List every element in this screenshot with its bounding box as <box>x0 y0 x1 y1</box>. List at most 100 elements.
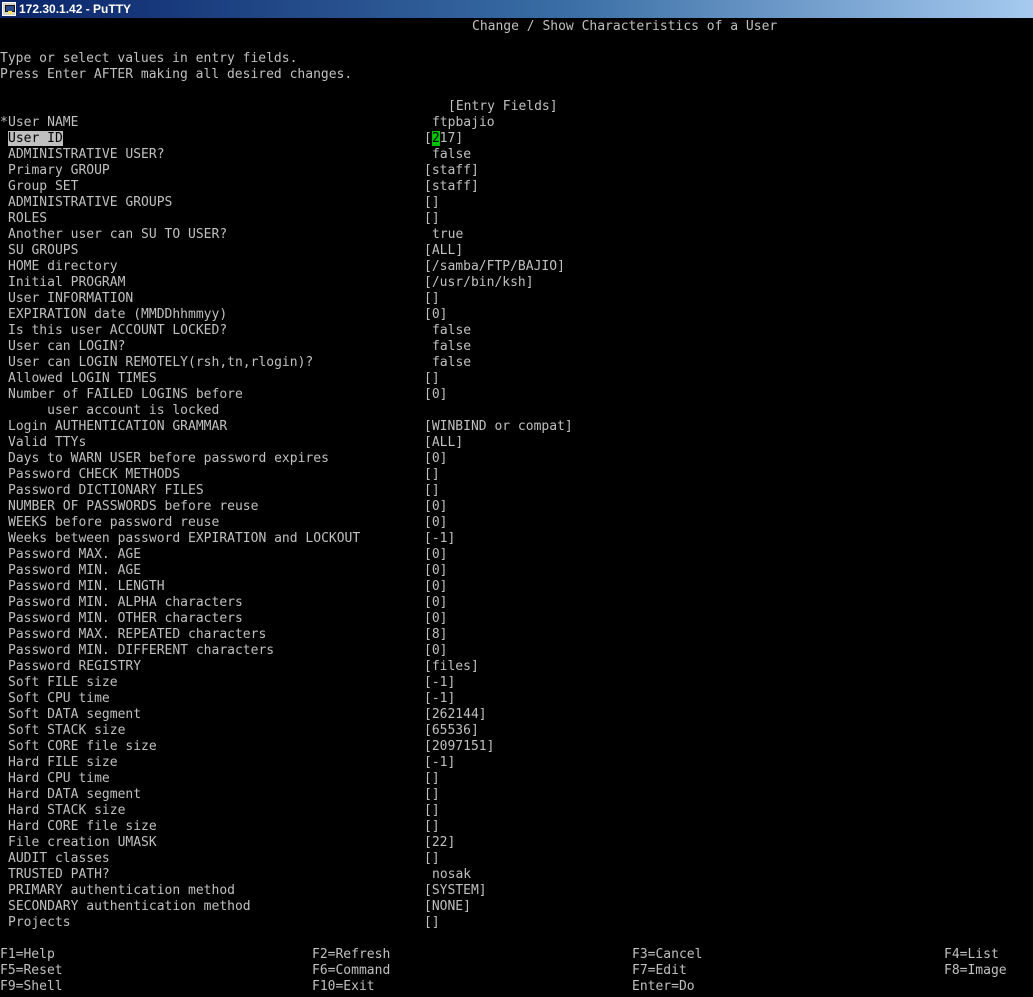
field-label-password-min-other-characters[interactable]: Password MIN. OTHER characters <box>8 611 243 627</box>
field-value-password-max-age[interactable]: [0] <box>424 547 447 563</box>
field-value-projects[interactable]: [] <box>424 915 440 931</box>
function-key-f3[interactable]: F3=Cancel <box>632 947 702 963</box>
function-key-f4[interactable]: F4=List <box>944 947 999 963</box>
field-label-user-name[interactable]: * User NAME <box>0 115 78 131</box>
function-key-f8[interactable]: F8=Image <box>944 963 1007 979</box>
field-value-user-id[interactable]: [217] <box>424 131 463 147</box>
field-value-password-min-age[interactable]: [0] <box>424 563 447 579</box>
field-label-soft-file-size[interactable]: Soft FILE size <box>8 675 118 691</box>
field-label-hard-stack-size[interactable]: Hard STACK size <box>8 803 125 819</box>
field-label-initial-program[interactable]: Initial PROGRAM <box>8 275 125 291</box>
field-value-number-of-passwords-before-reuse[interactable]: [0] <box>424 499 447 515</box>
field-label-file-creation-umask[interactable]: File creation UMASK <box>8 835 157 851</box>
field-label-is-this-user-account-locked[interactable]: Is this user ACCOUNT LOCKED? <box>8 323 227 339</box>
field-value-administrative-user[interactable]: false <box>432 147 471 163</box>
field-label-hard-cpu-time[interactable]: Hard CPU time <box>8 771 110 787</box>
field-value-home-directory[interactable]: [/samba/FTP/BAJIO] <box>424 259 565 275</box>
field-label-trusted-path[interactable]: TRUSTED PATH? <box>8 867 110 883</box>
field-value-primary-group[interactable]: [staff] <box>424 163 479 179</box>
field-value-user-name[interactable]: ftpbajio <box>432 115 495 131</box>
function-key-f5[interactable]: F5=Reset <box>0 963 63 979</box>
field-value-soft-cpu-time[interactable]: [-1] <box>424 691 455 707</box>
field-label-soft-stack-size[interactable]: Soft STACK size <box>8 723 125 739</box>
field-label-roles[interactable]: ROLES <box>8 211 47 227</box>
field-label-soft-cpu-time[interactable]: Soft CPU time <box>8 691 110 707</box>
field-value-weeks-before-password-reuse[interactable]: [0] <box>424 515 447 531</box>
field-value-file-creation-umask[interactable]: [22] <box>424 835 455 851</box>
field-value-soft-data-segment[interactable]: [262144] <box>424 707 487 723</box>
field-value-weeks-between-password-expiration-and-lockout[interactable]: [-1] <box>424 531 455 547</box>
field-label-password-min-length[interactable]: Password MIN. LENGTH <box>8 579 165 595</box>
field-value-user-can-login-remotely-rsh-tn-rlogin[interactable]: false <box>432 355 471 371</box>
field-label-home-directory[interactable]: HOME directory <box>8 259 118 275</box>
field-label-weeks-between-password-expiration-and-lockout[interactable]: Weeks between password EXPIRATION and LO… <box>8 531 360 547</box>
field-value-user-can-login[interactable]: false <box>432 339 471 355</box>
field-value-another-user-can-su-to-user[interactable]: true <box>432 227 463 243</box>
field-value-initial-program[interactable]: [/usr/bin/ksh] <box>424 275 534 291</box>
field-value-roles[interactable]: [] <box>424 211 440 227</box>
field-label-administrative-groups[interactable]: ADMINISTRATIVE GROUPS <box>8 195 172 211</box>
field-value-primary-authentication-method[interactable]: [SYSTEM] <box>424 883 487 899</box>
field-value-is-this-user-account-locked[interactable]: false <box>432 323 471 339</box>
field-value-hard-cpu-time[interactable]: [] <box>424 771 440 787</box>
field-label-hard-core-file-size[interactable]: Hard CORE file size <box>8 819 157 835</box>
field-label-password-dictionary-files[interactable]: Password DICTIONARY FILES <box>8 483 204 499</box>
field-label-su-groups[interactable]: SU GROUPS <box>8 243 78 259</box>
field-value-su-groups[interactable]: [ALL] <box>424 243 463 259</box>
field-label-weeks-before-password-reuse[interactable]: WEEKS before password reuse <box>8 515 219 531</box>
field-value-password-check-methods[interactable]: [] <box>424 467 440 483</box>
field-value-number-of-failed-logins-before[interactable]: [0] <box>424 387 447 403</box>
field-value-administrative-groups[interactable]: [] <box>424 195 440 211</box>
field-value-soft-core-file-size[interactable]: [2097151] <box>424 739 494 755</box>
field-value-expiration-date-mmddhhmmyy[interactable]: [0] <box>424 307 447 323</box>
field-label-administrative-user[interactable]: ADMINISTRATIVE USER? <box>8 147 165 163</box>
field-label-projects[interactable]: Projects <box>8 915 71 931</box>
field-label-hard-file-size[interactable]: Hard FILE size <box>8 755 118 771</box>
field-label-expiration-date-mmddhhmmyy[interactable]: EXPIRATION date (MMDDhhmmyy) <box>8 307 227 323</box>
field-value-password-dictionary-files[interactable]: [] <box>424 483 440 499</box>
field-label-password-min-different-characters[interactable]: Password MIN. DIFFERENT characters <box>8 643 274 659</box>
field-label-user-id[interactable]: User ID <box>8 131 63 147</box>
field-label-secondary-authentication-method[interactable]: SECONDARY authentication method <box>8 899 251 915</box>
function-key-f1[interactable]: F1=Help <box>0 947 55 963</box>
field-label-hard-data-segment[interactable]: Hard DATA segment <box>8 787 141 803</box>
field-label-user-information[interactable]: User INFORMATION <box>8 291 133 307</box>
field-value-valid-ttys[interactable]: [ALL] <box>424 435 463 451</box>
field-value-allowed-login-times[interactable]: [] <box>424 371 440 387</box>
field-value-secondary-authentication-method[interactable]: [NONE] <box>424 899 471 915</box>
field-label-valid-ttys[interactable]: Valid TTYs <box>8 435 86 451</box>
field-label-days-to-warn-user-before-password-expires[interactable]: Days to WARN USER before password expire… <box>8 451 329 467</box>
function-key-f7[interactable]: F7=Edit <box>632 963 687 979</box>
field-value-password-registry[interactable]: [files] <box>424 659 479 675</box>
function-key-enter[interactable]: Enter=Do <box>632 979 695 995</box>
field-label-group-set[interactable]: Group SET <box>8 179 78 195</box>
function-key-f2[interactable]: F2=Refresh <box>312 947 390 963</box>
function-key-f10[interactable]: F10=Exit <box>312 979 375 995</box>
field-value-password-min-other-characters[interactable]: [0] <box>424 611 447 627</box>
field-label-soft-core-file-size[interactable]: Soft CORE file size <box>8 739 157 755</box>
field-label-number-of-passwords-before-reuse[interactable]: NUMBER OF PASSWORDS before reuse <box>8 499 258 515</box>
field-label-user-can-login[interactable]: User can LOGIN? <box>8 339 125 355</box>
function-key-f6[interactable]: F6=Command <box>312 963 390 979</box>
field-value-user-information[interactable]: [] <box>424 291 440 307</box>
field-value-days-to-warn-user-before-password-expires[interactable]: [0] <box>424 451 447 467</box>
field-label-user-can-login-remotely-rsh-tn-rlogin[interactable]: User can LOGIN REMOTELY(rsh,tn,rlogin)? <box>8 355 313 371</box>
field-value-hard-data-segment[interactable]: [] <box>424 787 440 803</box>
field-value-login-authentication-grammar[interactable]: [WINBIND or compat] <box>424 419 573 435</box>
field-label-primary-group[interactable]: Primary GROUP <box>8 163 110 179</box>
field-label-another-user-can-su-to-user[interactable]: Another user can SU TO USER? <box>8 227 227 243</box>
field-label-login-authentication-grammar[interactable]: Login AUTHENTICATION GRAMMAR <box>8 419 227 435</box>
field-value-password-min-alpha-characters[interactable]: [0] <box>424 595 447 611</box>
field-value-soft-stack-size[interactable]: [65536] <box>424 723 479 739</box>
field-label-password-max-repeated-characters[interactable]: Password MAX. REPEATED characters <box>8 627 266 643</box>
field-value-hard-file-size[interactable]: [-1] <box>424 755 455 771</box>
field-value-hard-core-file-size[interactable]: [] <box>424 819 440 835</box>
field-value-audit-classes[interactable]: [] <box>424 851 440 867</box>
field-value-trusted-path[interactable]: nosak <box>432 867 471 883</box>
field-value-password-max-repeated-characters[interactable]: [8] <box>424 627 447 643</box>
field-label-audit-classes[interactable]: AUDIT classes <box>8 851 110 867</box>
field-label-soft-data-segment[interactable]: Soft DATA segment <box>8 707 141 723</box>
field-label-primary-authentication-method[interactable]: PRIMARY authentication method <box>8 883 235 899</box>
field-label-password-max-age[interactable]: Password MAX. AGE <box>8 547 141 563</box>
window-titlebar[interactable]: 172.30.1.42 - PuTTY <box>0 0 1033 18</box>
